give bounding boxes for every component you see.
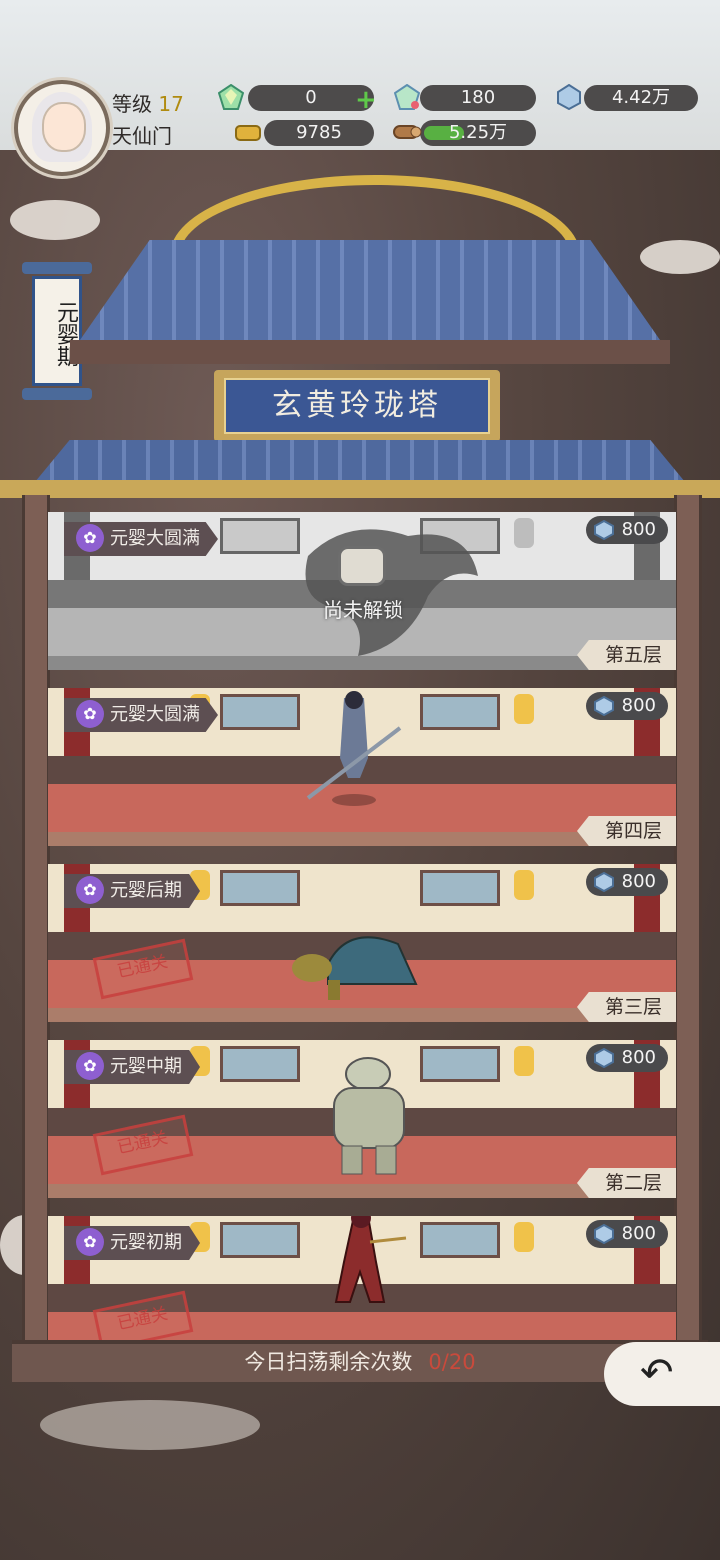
realm-banner-text: 元婴期	[53, 301, 78, 367]
realm-flame-icon: ✿	[76, 700, 104, 728]
floor-cost-badge: 800	[585, 1044, 668, 1072]
floor-realm-text: 元婴后期	[110, 880, 182, 901]
floor-cost-badge: 800	[585, 868, 668, 896]
spirit-stone-value: 4.42万	[611, 87, 671, 108]
floor-number-label: 第四层	[576, 816, 676, 846]
sweep-count: 0/20	[428, 1350, 476, 1374]
lantern	[514, 518, 534, 548]
sect-name: 天仙门	[112, 124, 172, 148]
left-pillar	[22, 495, 50, 1345]
lantern	[514, 870, 534, 900]
tower-floor-4[interactable]: ✿ 元婴大圆满 800 第四层	[48, 688, 676, 846]
lantern	[514, 1222, 534, 1252]
realm-banner: 元婴期	[22, 262, 92, 402]
red-warrior-enemy-icon	[310, 1216, 410, 1326]
floor-number-label: 第五层	[576, 640, 676, 670]
crystal-counter: 180	[420, 85, 536, 111]
locked-label: 尚未解锁	[323, 598, 403, 622]
gold-ingot-icon	[234, 118, 261, 144]
floor-realm-tag: ✿ 元婴初期	[64, 1226, 200, 1260]
floor-window	[420, 870, 500, 906]
crystal-gem-icon	[393, 83, 421, 110]
spirit-stone-icon	[593, 872, 614, 892]
lantern	[514, 1046, 534, 1076]
spirit-stone-icon	[593, 696, 614, 716]
tower-signboard: 玄黄玲珑塔	[214, 370, 500, 442]
floor-cost-value: 800	[621, 1047, 656, 1068]
crystal-value: 180	[460, 87, 496, 108]
floor-window	[220, 1046, 300, 1082]
boss-dragon-icon	[288, 516, 488, 660]
tower-title: 玄黄玲珑塔	[224, 378, 490, 434]
floor-realm-tag: ✿ 元婴后期	[64, 874, 200, 908]
floor-realm-tag: ✿ 元婴大圆满	[64, 522, 218, 556]
wood-counter: 5.25万	[420, 120, 536, 146]
back-button[interactable]: ↶	[604, 1342, 720, 1406]
lock-icon	[338, 546, 386, 586]
banner-paper: 元婴期	[32, 276, 82, 386]
floor-cost-badge: 800	[585, 692, 668, 720]
floor-realm-text: 元婴大圆满	[110, 528, 200, 549]
roof-beam	[70, 340, 670, 364]
floor-realm-text: 元婴初期	[110, 1232, 182, 1253]
floor-window	[420, 694, 500, 730]
floor-window	[220, 870, 300, 906]
floor-realm-tag: ✿ 元婴中期	[64, 1050, 200, 1084]
floor-window	[220, 694, 300, 730]
level-label: 等级	[112, 92, 152, 116]
lantern	[514, 694, 534, 724]
back-arrow-icon: ↶	[640, 1350, 674, 1396]
jade-value: 0	[305, 87, 317, 108]
banner-bottom-cap	[22, 388, 92, 400]
banner-top-cap	[22, 262, 92, 274]
tower-floor-1[interactable]: 已通关 ✿ 元婴初期 800	[48, 1216, 676, 1340]
spirit-stone-icon	[593, 520, 614, 540]
wood-log-icon	[392, 118, 422, 144]
floor-realm-tag: ✿ 元婴大圆满	[64, 698, 218, 732]
add-jade-button[interactable]: +	[355, 87, 377, 113]
stone-golem-enemy-icon	[324, 1056, 414, 1182]
floor-cost-value: 800	[621, 695, 656, 716]
right-pillar	[674, 495, 702, 1345]
realm-flame-icon: ✿	[76, 1228, 104, 1256]
spirit-stone-counter: 4.42万	[584, 85, 698, 111]
tower-floor-3[interactable]: 已通关 ✿ 元婴后期 800 第三层	[48, 864, 676, 1022]
realm-flame-icon: ✿	[76, 1052, 104, 1080]
player-avatar[interactable]	[14, 80, 110, 176]
realm-flame-icon: ✿	[76, 876, 104, 904]
tower-floor-5[interactable]: 尚未解锁 ✿ 元婴大圆满 800 第五层	[48, 512, 676, 670]
cloud-decoration	[640, 240, 720, 274]
floor-cost-value: 800	[621, 519, 656, 540]
sweep-label: 今日扫荡剩余次数	[244, 1350, 413, 1374]
tower-floor-2[interactable]: 已通关 ✿ 元婴中期 800 第二层	[48, 1040, 676, 1198]
swordsman-enemy-icon	[304, 688, 404, 812]
floor-realm-text: 元婴大圆满	[110, 704, 200, 725]
roof-edge	[0, 480, 720, 498]
floor-cost-badge: 800	[585, 516, 668, 544]
floor-window	[220, 1222, 300, 1258]
floor-number-label: 第三层	[576, 992, 676, 1022]
floor-cost-value: 800	[621, 1223, 656, 1244]
level-value: 17	[158, 92, 184, 116]
floor-cost-badge: 800	[585, 1220, 668, 1248]
spirit-stone-icon	[593, 1048, 614, 1068]
turtle-enemy-icon	[288, 924, 418, 1008]
floor-number-label: 第二层	[576, 1168, 676, 1198]
floor-cost-value: 800	[621, 871, 656, 892]
upper-roof	[80, 240, 660, 340]
gold-counter: 9785	[264, 120, 374, 146]
wood-value: 5.25万	[448, 122, 508, 143]
cloud-decoration	[40, 1400, 260, 1450]
jade-gem-icon	[217, 83, 245, 110]
floor-realm-text: 元婴中期	[110, 1056, 182, 1077]
spirit-stone-icon	[556, 83, 582, 111]
realm-flame-icon: ✿	[76, 524, 104, 552]
spirit-stone-icon	[593, 1224, 614, 1244]
level-display: 等级 17	[112, 88, 184, 117]
cloud-decoration	[10, 200, 100, 240]
floor-window	[420, 1046, 500, 1082]
floor-window	[420, 1222, 500, 1258]
avatar-face	[42, 102, 86, 152]
gold-value: 9785	[296, 122, 342, 143]
